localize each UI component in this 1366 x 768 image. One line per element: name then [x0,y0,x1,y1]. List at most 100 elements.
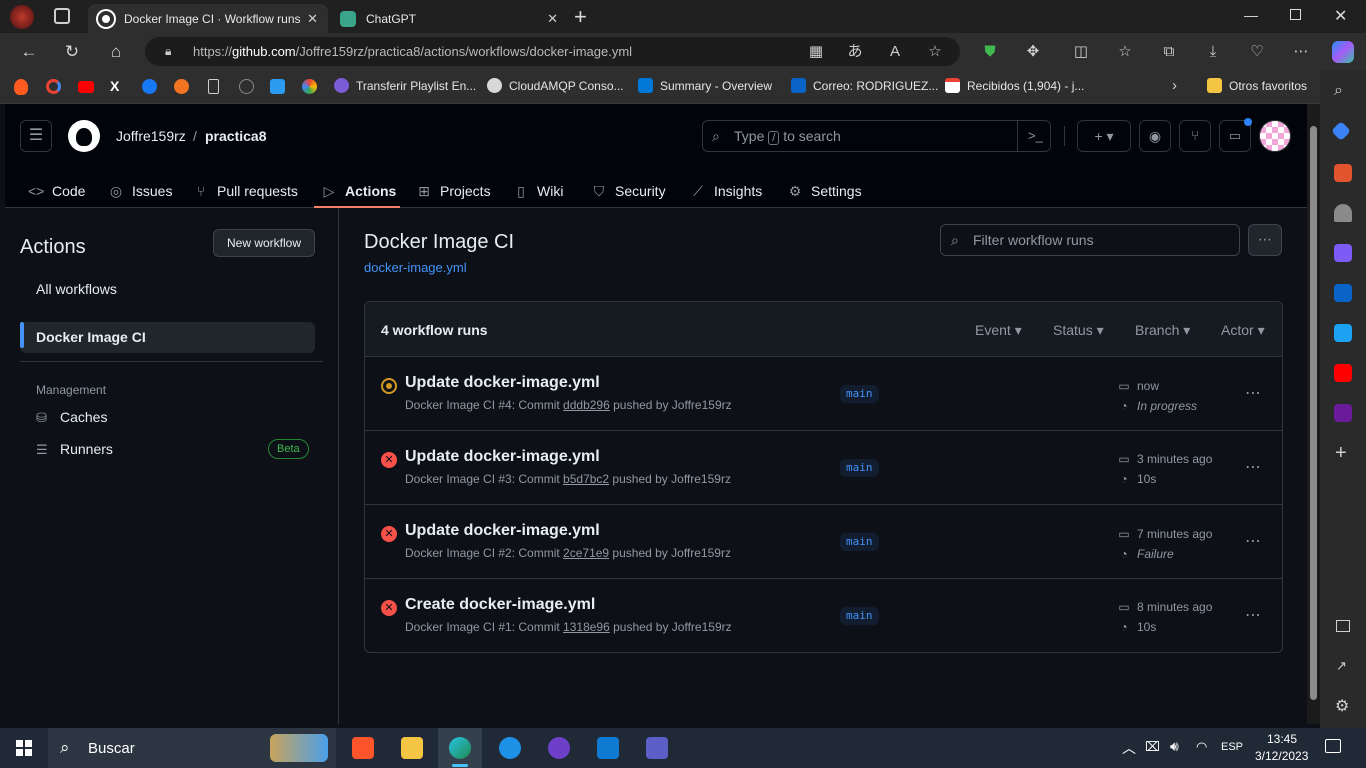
chess-icon[interactable] [1334,204,1352,222]
avatar[interactable] [1259,120,1291,152]
globe-icon[interactable] [239,79,254,94]
tab-github[interactable]: Docker Image CI · Workflow runs ✕ [88,4,328,33]
run-title[interactable]: Update docker-image.yml [405,374,600,392]
extensions-icon[interactable]: ✥ [1022,41,1044,63]
branch-label[interactable]: main [840,533,879,551]
scrollbar-thumb[interactable] [1310,126,1317,700]
filter-actor[interactable]: Actor ▾ [1221,322,1265,339]
chevron-right-icon[interactable]: › [1172,77,1177,94]
facebook-icon[interactable] [142,79,157,94]
tab-wiki[interactable]: ▯ Wiki [513,174,563,208]
close-window-icon[interactable]: ✕ [1334,6,1347,26]
profile-avatar[interactable] [10,5,34,29]
workflow-run-row[interactable]: Update docker-image.yml Docker Image CI … [365,356,1282,430]
network-icon[interactable]: ⌧ [1145,739,1160,755]
back-icon[interactable]: ← [18,41,40,63]
favorite-star-icon[interactable]: ☆ [924,41,946,63]
brave-icon[interactable] [352,737,374,759]
send-icon[interactable] [1334,324,1352,342]
language-indicator[interactable]: ESP [1221,741,1243,753]
tab-chatgpt[interactable]: ChatGPT ✕ [330,4,568,33]
x-icon[interactable]: X [110,78,119,94]
search-icon[interactable]: ⌕ [1334,82,1343,100]
tab-actions[interactable]: ▷ Actions [321,174,397,208]
new-tab-icon[interactable]: + [574,4,587,30]
vscode-icon[interactable] [597,737,619,759]
home-icon[interactable]: ⌂ [105,41,127,63]
branch-label[interactable]: main [840,607,879,625]
tab-code[interactable]: <> Code [28,174,85,208]
windows-start-icon[interactable] [16,740,32,756]
translate-icon[interactable]: あ [844,41,866,63]
sidebar-item-runners[interactable]: ☰ Runners Beta [20,434,315,465]
settings-icon[interactable]: ⚙ [1335,696,1349,716]
fav-correo[interactable]: Correo: RODRIGUEZ... [791,78,938,93]
copilot-hex-icon[interactable] [1334,244,1352,262]
add-icon[interactable]: + [1335,442,1347,465]
sidebar-item-all-workflows[interactable]: All workflows [20,274,315,305]
sidebar-item-docker-image-ci[interactable]: Docker Image CI [20,322,315,353]
docker-icon[interactable] [499,737,521,759]
fav-gmail[interactable]: Recibidos (1,904) - j... [945,78,1084,93]
volume-icon[interactable]: 🔊︎ [1170,738,1179,755]
restore-icon[interactable] [1290,9,1301,20]
external-icon[interactable]: ↗ [1336,658,1347,674]
close-icon[interactable]: ✕ [307,11,318,27]
run-menu-icon[interactable]: ⋯ [1245,531,1262,551]
file-explorer-icon[interactable] [401,737,423,759]
run-title[interactable]: Update docker-image.yml [405,448,600,466]
tab-settings[interactable]: ⚙ Settings [787,174,862,208]
run-title[interactable]: Create docker-image.yml [405,596,595,614]
taskbar-search[interactable]: ⌕ Buscar [48,728,336,768]
copilot-icon[interactable] [1332,41,1354,63]
close-icon[interactable]: ✕ [547,11,558,27]
page-scrollbar[interactable] [1307,104,1320,724]
chevron-up-icon[interactable]: ︿ [1122,738,1136,758]
github-desktop-icon[interactable] [548,737,570,759]
favorites-icon[interactable]: ☆ [1114,41,1136,63]
adblock-shield-icon[interactable]: ⛊ [979,41,1001,63]
filter-branch[interactable]: Branch ▾ [1135,322,1190,339]
fire-icon[interactable] [14,79,28,95]
crunchyroll-icon[interactable] [174,79,189,94]
url-field[interactable]: 🔒︎ https://github.com/Joffre159rz/practi… [145,37,960,66]
clock-date[interactable]: 3/12/2023 [1255,749,1308,763]
fav-summary[interactable]: Summary - Overview [638,78,772,93]
branch-label[interactable]: main [840,385,879,403]
pull-requests-icon[interactable]: ⑂ [1179,120,1211,152]
workflow-menu-button[interactable]: ⋯ [1248,224,1282,256]
m-app-icon[interactable] [1334,404,1352,422]
tab-issues[interactable]: ◎ Issues [108,174,173,208]
filter-status[interactable]: Status ▾ [1053,322,1104,339]
repo-owner-link[interactable]: Joffre159rz [116,128,186,144]
toolbox-icon[interactable] [1334,164,1352,182]
read-aloud-icon[interactable]: A [884,41,906,63]
outlook-icon[interactable] [1334,284,1352,302]
sidebar-item-caches[interactable]: ⛁ Caches [20,402,315,433]
downloads-icon[interactable]: ⤓ [1202,41,1224,63]
minimize-icon[interactable]: — [1244,7,1258,23]
workspaces-icon[interactable] [54,8,70,24]
sidebar-toggle-icon[interactable] [1336,620,1350,632]
workflow-run-row[interactable]: ✕ Update docker-image.yml Docker Image C… [365,504,1282,578]
tab-projects[interactable]: ⊞ Projects [416,174,490,208]
collections-icon[interactable]: ⧉ [1158,41,1180,63]
youtube-icon[interactable] [78,81,94,93]
repo-name-link[interactable]: practica8 [205,128,266,144]
apps-icon[interactable]: ▦ [805,41,827,63]
cloud-icon[interactable] [270,79,285,94]
tab-insights[interactable]: ⟋ Insights [690,174,762,208]
run-menu-icon[interactable]: ⋯ [1245,457,1262,477]
refresh-icon[interactable]: ↻ [61,41,83,63]
workflow-run-row[interactable]: ✕ Update docker-image.yml Docker Image C… [365,430,1282,504]
wifi-icon[interactable]: ◠ [1196,739,1207,755]
fav-otros-favoritos[interactable]: Otros favoritos [1207,78,1307,93]
performance-icon[interactable]: ♡ [1246,41,1268,63]
tag-icon[interactable] [1331,121,1351,141]
split-screen-icon[interactable]: ◫ [1070,41,1092,63]
create-new-button[interactable]: + ▾ [1077,120,1131,152]
more-icon[interactable]: ⋯ [1290,41,1312,63]
new-workflow-button[interactable]: New workflow [213,229,315,257]
commit-link[interactable]: 2ce71e9 [563,546,609,560]
colorful-icon[interactable] [302,79,317,94]
